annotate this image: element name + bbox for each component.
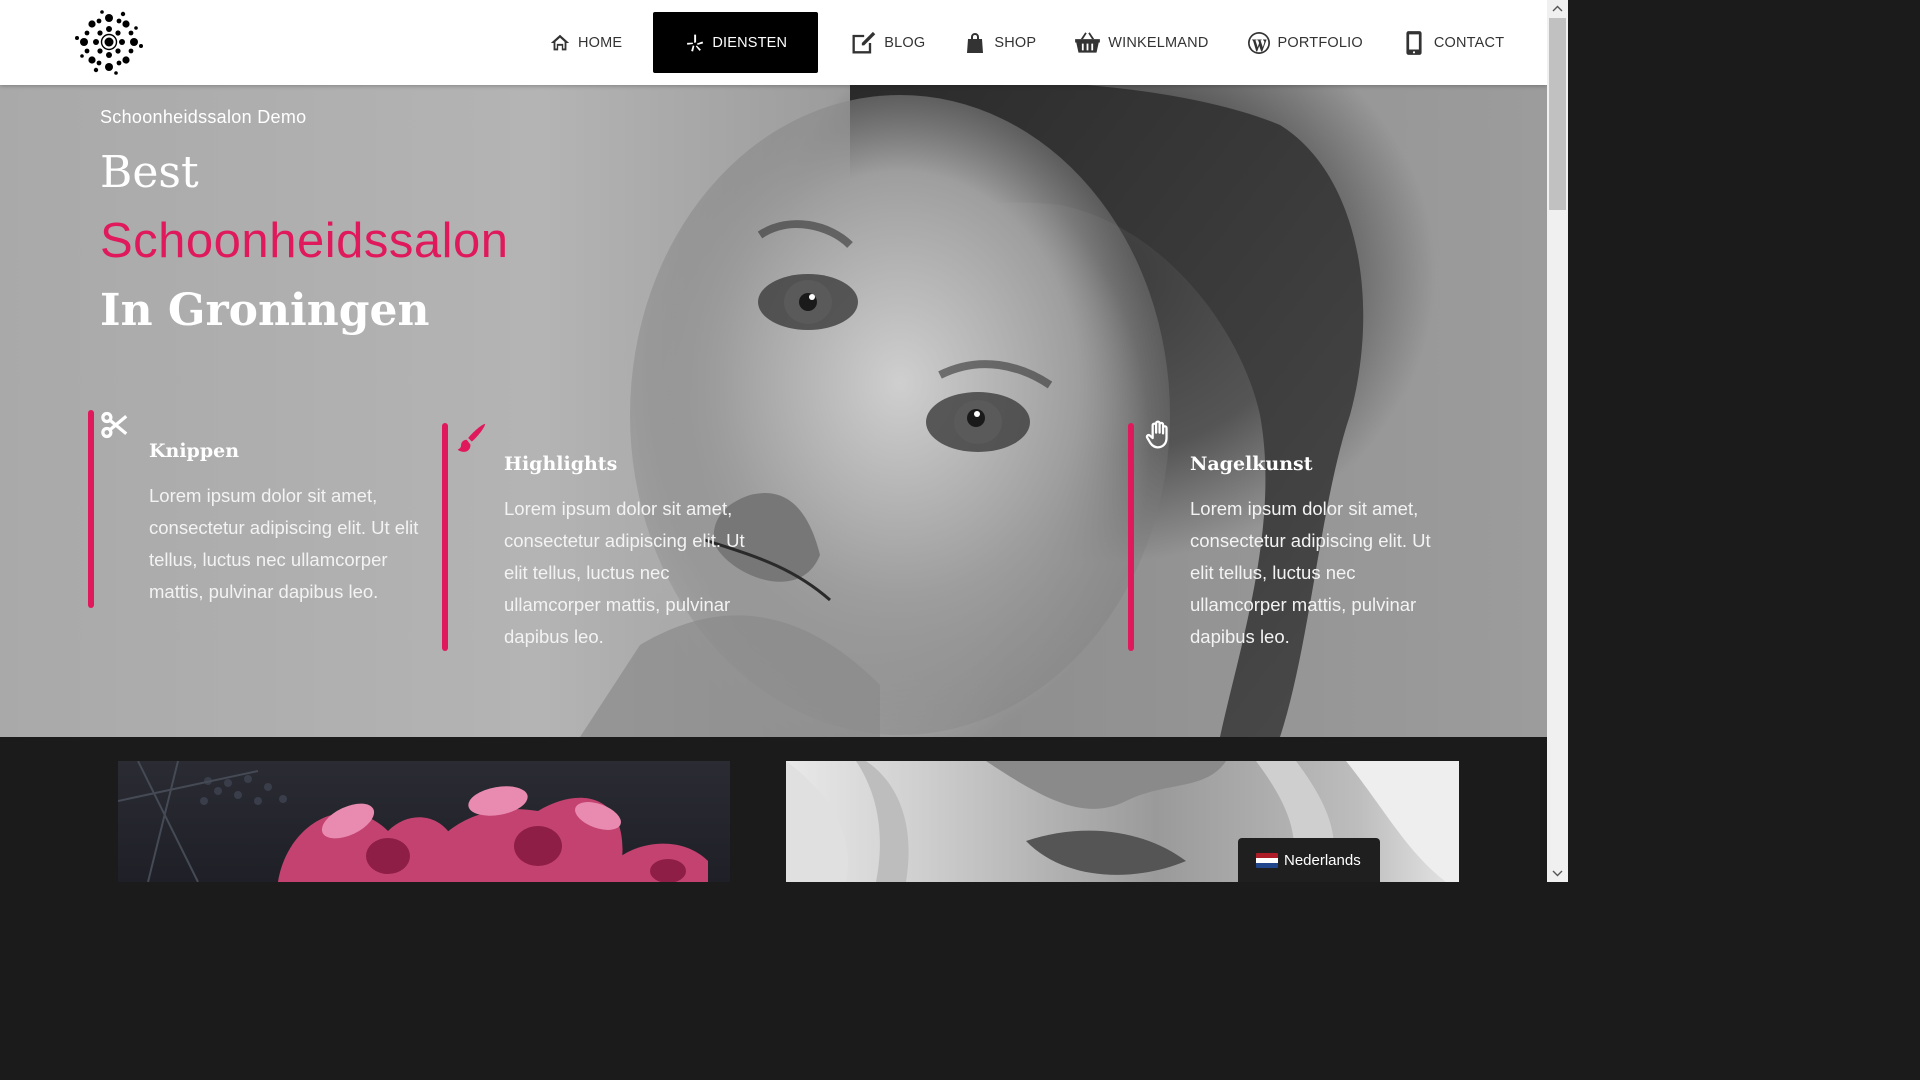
feature-text: Lorem ipsum dolor sit amet, consectetur …: [1190, 498, 1431, 647]
nav-item-portfolio[interactable]: PORTFOLIO: [1228, 12, 1382, 73]
feature-knippen: Knippen Lorem ipsum dolor sit amet, cons…: [88, 410, 448, 610]
basket-icon: [1075, 32, 1101, 53]
home-icon: [550, 34, 570, 50]
feature-title: Highlights: [504, 453, 618, 475]
feature-text: Lorem ipsum dolor sit amet, consectetur …: [149, 485, 419, 602]
nav-label: DIENSTEN: [712, 34, 788, 51]
nav-item-home[interactable]: HOME: [530, 12, 641, 73]
yelp-icon: [687, 34, 704, 51]
feature-highlights: Highlights Lorem ipsum dolor sit amet, c…: [442, 423, 802, 653]
nav-label: WINKELMAND: [1108, 34, 1209, 51]
feature-accent-bar: [1128, 423, 1134, 651]
feature-nagelkunst: Nagelkunst Lorem ipsum dolor sit amet, c…: [1128, 420, 1488, 653]
scissors-icon: [101, 411, 128, 439]
scroll-down-button[interactable]: [1547, 865, 1568, 882]
feature-title: Knippen: [149, 440, 240, 462]
orchid-flowers-image: [118, 761, 730, 882]
scrollbar-thumb[interactable]: [1549, 18, 1566, 210]
chevron-down-icon: [1552, 870, 1563, 877]
feature-title: Nagelkunst: [1190, 453, 1313, 475]
nav-item-blog[interactable]: BLOG: [830, 12, 944, 73]
paint-brush-icon: [457, 423, 486, 452]
nav-item-diensten[interactable]: DIENSTEN: [653, 12, 819, 73]
page-scrollbar[interactable]: [1547, 0, 1568, 882]
nav-label: BLOG: [884, 34, 926, 51]
shopping-bag-icon: [967, 32, 984, 53]
nav-item-shop[interactable]: SHOP: [944, 12, 1055, 73]
hero-section: Schoonheidssalon Demo Best Schoonheidssa…: [0, 85, 1547, 737]
chevron-up-icon: [1552, 5, 1563, 12]
nav-label: HOME: [578, 34, 623, 51]
language-switcher[interactable]: Nederlands: [1238, 838, 1380, 882]
nav-item-winkelmand[interactable]: WINKELMAND: [1055, 12, 1227, 73]
hero-title-line2: Schoonheidssalon: [100, 214, 509, 268]
hand-icon: [1145, 420, 1168, 449]
hero-title-line1: Best: [100, 147, 199, 198]
site-header: HOME DIENSTEN BLOG SHOP WINKELMAND PORTF…: [0, 0, 1547, 85]
language-label: Nederlands: [1284, 851, 1361, 869]
mobile-icon: [1406, 30, 1422, 55]
hero-title-line3: In Groningen: [100, 285, 430, 336]
scroll-up-button[interactable]: [1547, 0, 1568, 17]
hero-subtitle: Schoonheidssalon Demo: [100, 107, 307, 127]
nav-label: CONTACT: [1433, 34, 1505, 51]
edit-icon: [852, 31, 876, 53]
main-nav: HOME DIENSTEN BLOG SHOP WINKELMAND PORTF…: [530, 12, 1523, 73]
nav-item-contact[interactable]: CONTACT: [1382, 12, 1523, 73]
wordpress-icon: [1247, 31, 1270, 54]
feature-text: Lorem ipsum dolor sit amet, consectetur …: [504, 498, 745, 647]
feature-accent-bar: [88, 410, 94, 608]
site-logo[interactable]: [72, 10, 146, 76]
nav-label: SHOP: [994, 34, 1037, 51]
nav-label: PORTFOLIO: [1277, 34, 1363, 51]
feature-accent-bar: [442, 423, 448, 651]
netherlands-flag-icon: [1256, 852, 1278, 868]
